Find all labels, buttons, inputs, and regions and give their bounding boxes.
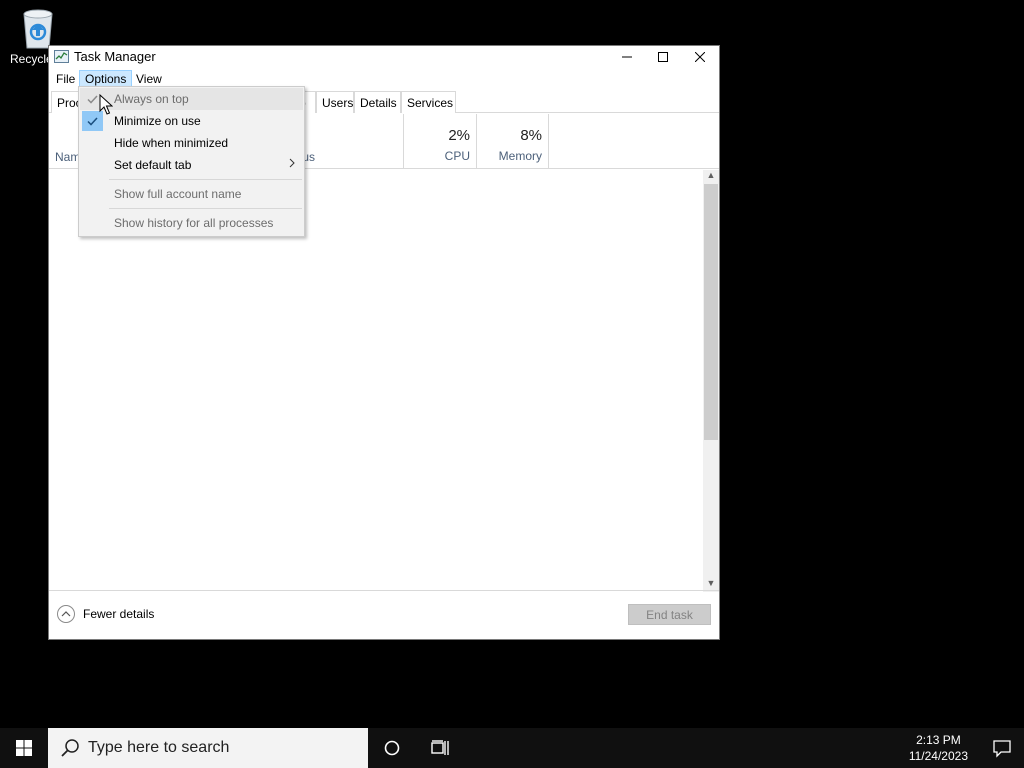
tab-details[interactable]: Details <box>354 91 401 113</box>
menu-item-set-default-tab[interactable]: Set default tab <box>80 154 303 176</box>
cortana-circle-icon <box>384 740 400 756</box>
end-task-button[interactable]: End task <box>628 604 711 625</box>
menu-item-label: Hide when minimized <box>114 136 229 150</box>
menu-item-show-full-account-name[interactable]: Show full account name <box>80 183 303 205</box>
menu-item-hide-when-minimized[interactable]: Hide when minimized <box>80 132 303 154</box>
search-placeholder: Type here to search <box>88 739 230 756</box>
menu-item-label: Always on top <box>114 92 189 106</box>
search-icon <box>61 739 79 757</box>
scroll-thumb[interactable] <box>704 184 718 440</box>
menu-separator <box>109 208 302 209</box>
menu-bar: File Options View <box>49 68 719 88</box>
column-name[interactable]: Nam <box>55 150 80 164</box>
task-manager-icon <box>54 50 69 63</box>
tab-services[interactable]: Services <box>401 91 456 113</box>
tab-users[interactable]: Users <box>316 91 354 113</box>
notification-icon[interactable] <box>992 738 1012 758</box>
column-cpu[interactable]: 2% CPU <box>403 114 476 169</box>
cpu-percent: 2% <box>448 127 470 144</box>
clock-date: 11/24/2023 <box>908 749 968 763</box>
system-clock[interactable]: 2:13 PM 11/24/2023 <box>909 732 968 764</box>
cpu-label: CPU <box>444 149 470 163</box>
menu-item-label: Show history for all processes <box>114 216 274 230</box>
memory-label: Memory <box>498 149 542 163</box>
clock-time: 2:13 PM <box>916 733 961 747</box>
fewer-details-label: Fewer details <box>83 607 155 621</box>
scroll-up-icon[interactable]: ▲ <box>703 170 719 184</box>
menu-separator <box>109 179 302 180</box>
memory-percent: 8% <box>520 127 542 144</box>
title-bar[interactable]: Task Manager <box>49 46 719 68</box>
menu-item-label: Set default tab <box>114 158 192 172</box>
taskbar-search-box[interactable]: Type here to search <box>48 728 368 768</box>
chevron-right-icon <box>289 157 295 171</box>
window-title: Task Manager <box>74 49 156 64</box>
menu-item-label: Show full account name <box>114 187 242 201</box>
mouse-cursor-icon <box>99 94 113 115</box>
chevron-up-icon <box>57 605 75 623</box>
minimize-button[interactable] <box>608 46 646 68</box>
menu-item-minimize-on-use[interactable]: Minimize on use <box>80 110 303 132</box>
task-view-button[interactable] <box>420 728 460 768</box>
cortana-button[interactable] <box>372 728 412 768</box>
menu-file[interactable]: File <box>51 70 80 88</box>
fewer-details-button[interactable]: Fewer details <box>57 605 154 623</box>
taskbar: Type here to search 2:13 PM 11/24/2023 <box>0 728 1024 768</box>
windows-logo-icon <box>16 740 32 756</box>
task-view-icon <box>431 740 449 755</box>
maximize-button[interactable] <box>644 46 682 68</box>
recycle-bin-icon <box>18 6 58 50</box>
start-button[interactable] <box>0 728 48 768</box>
menu-item-label: Minimize on use <box>114 114 201 128</box>
menu-item-show-history-all-processes[interactable]: Show history for all processes <box>80 212 303 234</box>
menu-item-always-on-top[interactable]: Always on top <box>80 88 303 110</box>
close-icon <box>695 52 705 62</box>
vertical-scrollbar[interactable]: ▲ ▼ <box>703 170 719 592</box>
column-memory[interactable]: 8% Memory <box>476 114 549 169</box>
footer: Fewer details End task <box>49 590 719 639</box>
minimize-icon <box>622 56 632 58</box>
maximize-icon <box>658 52 668 62</box>
close-button[interactable] <box>681 46 719 68</box>
